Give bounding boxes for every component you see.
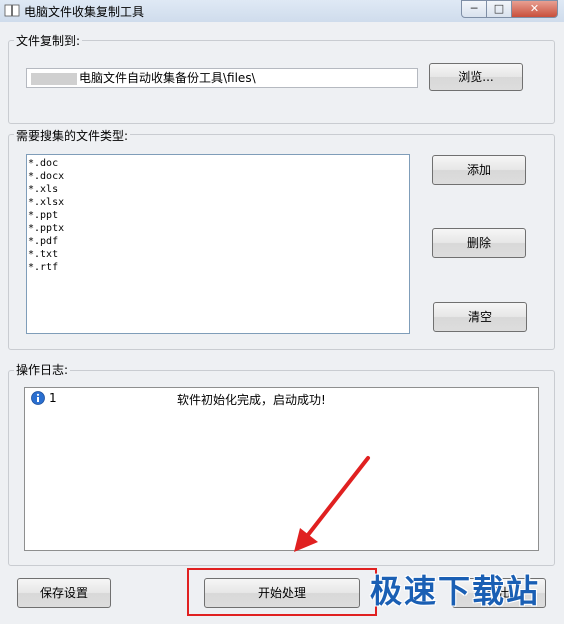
log-list[interactable]: 1 软件初始化完成，启动成功! <box>24 387 539 551</box>
list-item[interactable]: *.txt <box>28 248 408 261</box>
list-item[interactable]: *.doc <box>28 157 408 170</box>
list-item[interactable]: *.docx <box>28 170 408 183</box>
copy-path-value: 电脑文件自动收集备份工具\files\ <box>79 71 256 85</box>
add-button[interactable]: 添加 <box>432 155 526 185</box>
minimize-button[interactable]: ─ <box>461 0 487 18</box>
log-label: 操作日志: <box>14 361 71 378</box>
list-item[interactable]: *.ppt <box>28 209 408 222</box>
list-item[interactable]: *.rtf <box>28 261 408 274</box>
window-title: 电脑文件收集复制工具 <box>24 5 145 19</box>
list-item[interactable]: *.pdf <box>28 235 408 248</box>
delete-button[interactable]: 删除 <box>432 228 526 258</box>
log-entry[interactable]: 1 软件初始化完成，启动成功! <box>29 391 529 407</box>
clear-button[interactable]: 清空 <box>433 302 527 332</box>
log-entry-number: 1 <box>49 391 57 405</box>
save-settings-button[interactable]: 保存设置 <box>17 578 111 608</box>
list-item[interactable]: *.xlsx <box>28 196 408 209</box>
app-book-icon <box>4 4 20 17</box>
file-types-list[interactable]: *.doc *.docx *.xls *.xlsx *.ppt *.pptx *… <box>26 154 410 334</box>
title-bar: 电脑文件收集复制工具 ─ □ ✕ <box>0 0 564 22</box>
app-window: 电脑文件收集复制工具 ─ □ ✕ 文件复制到: 电脑文件自动收集备份工具\fil… <box>0 0 564 624</box>
log-entry-message: 软件初始化完成，启动成功! <box>177 393 326 407</box>
info-icon <box>31 391 45 405</box>
copy-to-label: 文件复制到: <box>14 32 83 49</box>
close-button[interactable]: ✕ <box>511 0 558 18</box>
file-types-label: 需要搜集的文件类型: <box>14 127 131 144</box>
list-item[interactable]: *.pptx <box>28 222 408 235</box>
watermark-logo: 极速下载站 <box>370 572 541 610</box>
maximize-button[interactable]: □ <box>486 0 512 18</box>
start-button-highlight <box>187 568 377 616</box>
browse-button[interactable]: 浏览... <box>429 63 523 91</box>
redacted-path-segment <box>31 72 77 85</box>
copy-path-input[interactable]: 电脑文件自动收集备份工具\files\ <box>26 68 418 88</box>
list-item[interactable]: *.xls <box>28 183 408 196</box>
